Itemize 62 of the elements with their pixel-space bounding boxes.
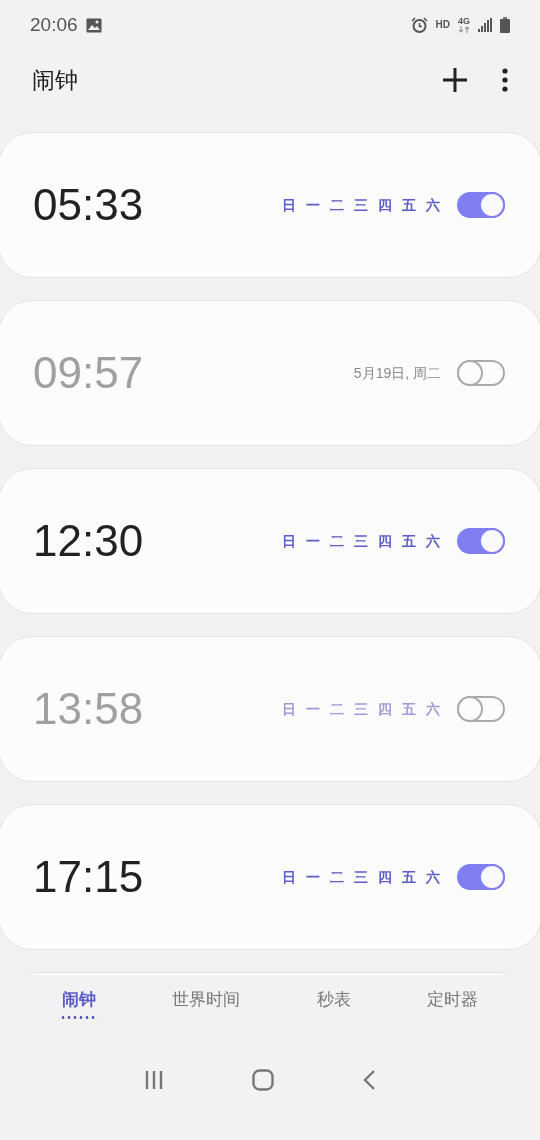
weekday-label: 一 <box>305 195 321 215</box>
weekday-label: 四 <box>377 195 393 215</box>
alarm-time: 17:15 <box>33 851 144 903</box>
status-time: 20:06 <box>30 12 78 37</box>
weekday-label: 三 <box>353 531 369 551</box>
weekday-label: 四 <box>377 531 393 551</box>
alarm-toggle[interactable] <box>457 696 505 722</box>
alarm-time: 13:58 <box>33 683 144 735</box>
alarm-time: 05:33 <box>33 179 144 231</box>
weekday-label: 日 <box>281 531 297 551</box>
weekday-label: 五 <box>401 867 417 887</box>
network-label: HD <box>435 20 450 30</box>
alarm-card[interactable]: 09:57 5月19日, 周二 <box>0 300 540 446</box>
weekday-label: 五 <box>401 699 417 719</box>
weekday-label: 三 <box>353 699 369 719</box>
weekday-label: 日 <box>281 699 297 719</box>
weekday-label: 二 <box>329 531 345 551</box>
tab[interactable]: 闹钟 <box>60 983 99 1019</box>
alarm-icon <box>410 16 428 34</box>
recent-apps-icon[interactable] <box>144 1070 164 1090</box>
weekday-label: 二 <box>329 195 345 215</box>
alarm-time: 09:57 <box>33 347 144 399</box>
weekday-label: 六 <box>425 699 441 719</box>
more-options-icon[interactable] <box>502 68 508 92</box>
alarm-date: 5月19日, 周二 <box>353 363 441 383</box>
weekday-label: 六 <box>425 195 441 215</box>
weekday-label: 四 <box>377 699 393 719</box>
alarm-card[interactable]: 05:33 日 一 二 三 四 五 六 <box>0 132 540 278</box>
weekday-label: 一 <box>305 867 321 887</box>
add-icon[interactable] <box>442 67 468 93</box>
alarm-card[interactable]: 17:15 日 一 二 三 四 五 六 <box>0 804 540 950</box>
signal-icon <box>478 18 492 32</box>
weekday-label: 一 <box>305 699 321 719</box>
tab[interactable]: 定时器 <box>424 983 480 1019</box>
alarm-toggle[interactable] <box>457 192 505 218</box>
back-icon[interactable] <box>362 1069 376 1091</box>
tab[interactable]: 世界时间 <box>170 983 243 1019</box>
battery-icon <box>500 17 510 33</box>
network-type-label: 4G <box>458 17 470 26</box>
weekday-label: 五 <box>401 195 417 215</box>
alarm-toggle[interactable] <box>457 528 505 554</box>
weekday-label: 六 <box>425 867 441 887</box>
weekday-label: 二 <box>329 699 345 719</box>
home-icon[interactable] <box>252 1069 274 1091</box>
page-title: 闹钟 <box>32 65 78 95</box>
alarm-card[interactable]: 12:30 日 一 二 三 四 五 六 <box>0 468 540 614</box>
weekday-label: 五 <box>401 531 417 551</box>
weekday-label: 二 <box>329 867 345 887</box>
alarm-time: 12:30 <box>33 515 144 567</box>
weekday-label: 三 <box>353 195 369 215</box>
weekday-label: 三 <box>353 867 369 887</box>
image-icon <box>85 17 102 33</box>
data-arrows-icon <box>458 26 470 33</box>
alarm-toggle[interactable] <box>457 360 505 386</box>
alarm-toggle[interactable] <box>457 864 505 890</box>
weekday-label: 一 <box>305 531 321 551</box>
weekday-label: 日 <box>281 867 297 887</box>
alarm-card[interactable]: 13:58 日 一 二 三 四 五 六 <box>0 636 540 782</box>
weekday-label: 六 <box>425 531 441 551</box>
tab[interactable]: 秒表 <box>314 983 353 1019</box>
weekday-label: 日 <box>281 195 297 215</box>
weekday-label: 四 <box>377 867 393 887</box>
